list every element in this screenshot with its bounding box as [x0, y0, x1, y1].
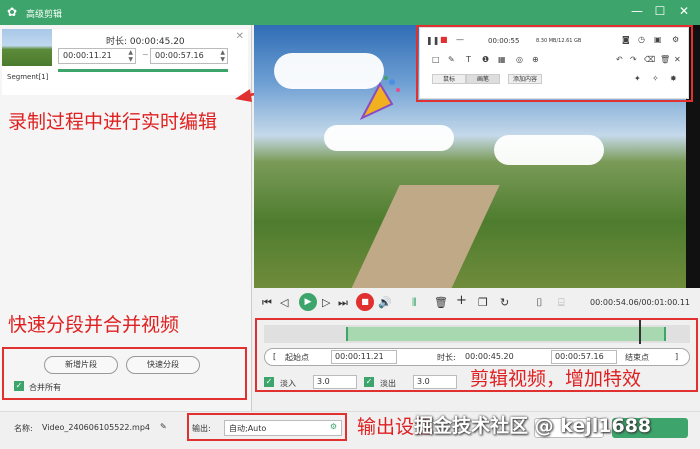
delete-segment-icon[interactable]: 🗑 — [434, 296, 448, 309]
trim-end-input[interactable]: 00:00:57.16 — [551, 350, 617, 364]
tab-mouse[interactable]: 鼠标 — [432, 74, 466, 84]
image-tool-icon[interactable]: ▦ — [498, 55, 506, 64]
camera-icon[interactable]: ◙ — [622, 35, 630, 44]
pause-icon[interactable]: ❚❚ — [426, 36, 439, 45]
spotlight-tool-icon[interactable]: ◎ — [516, 55, 523, 64]
highlight-box-output — [187, 413, 347, 441]
filename-value: Video_240606105522.mp4 — [42, 423, 150, 432]
undo-icon[interactable]: ↶ — [616, 55, 623, 64]
timer-icon[interactable]: ◷ — [638, 35, 645, 44]
number-tool-icon[interactable]: ❶ — [482, 55, 489, 64]
clear-icon[interactable]: ⌫ — [644, 55, 655, 64]
crop-icon[interactable]: ⌷ — [536, 296, 543, 310]
toolbox-icon[interactable]: ▣ — [654, 35, 662, 44]
record-stop-icon[interactable]: ■ — [440, 35, 448, 44]
skip-start-icon[interactable]: ⏮ — [262, 296, 272, 310]
effect-icon[interactable]: ✦ — [634, 74, 641, 83]
magic-icon[interactable]: ✸ — [670, 74, 677, 83]
rename-icon[interactable]: ✎ — [160, 422, 167, 431]
filename-label: 名称: — [14, 424, 33, 433]
prev-frame-icon[interactable]: ◁ — [280, 296, 288, 309]
delete-icon[interactable]: 🗑 — [660, 55, 670, 64]
fade-in-label: 淡入 — [280, 379, 296, 388]
fade-out-checkbox[interactable]: ✓ — [364, 377, 374, 387]
fade-in-value: 3.0 — [317, 377, 330, 386]
playback-time: 00:00:54.06/00:01:00.11 — [590, 298, 690, 307]
fade-in-input[interactable]: 3.0 — [313, 375, 357, 389]
redo-icon[interactable]: ↷ — [630, 55, 637, 64]
zoom-tool-icon[interactable]: ⊕ — [532, 55, 539, 64]
copy-icon[interactable]: ❐ — [478, 296, 488, 309]
trim-duration-value: 00:00:45.20 — [465, 352, 514, 361]
playback-controls: ⏮ ◁ ▶ ▷ ⏭ ■ 🔊 ⫴ 🗑 + ❐ ↻ ⌷ ⌸ 00:00:54.06/… — [254, 288, 700, 318]
watermark: 掘金技术社区 @ kejl1688 — [414, 415, 652, 437]
recorder-timer: 00:00:55 — [488, 37, 520, 45]
party-icon[interactable]: ✧ — [652, 74, 659, 83]
skip-end-icon[interactable]: ⏭ — [338, 296, 348, 310]
play-button[interactable]: ▶ — [299, 293, 317, 311]
collapse-icon[interactable]: — — [456, 35, 464, 44]
fade-out-input[interactable]: 3.0 — [413, 375, 457, 389]
stop-button[interactable]: ■ — [356, 293, 374, 311]
next-frame-icon[interactable]: ▷ — [322, 296, 330, 309]
tab-add-content[interactable]: 添加内容 — [508, 74, 542, 84]
rectangle-tool-icon[interactable]: □ — [432, 55, 440, 64]
fade-in-checkbox[interactable]: ✓ — [264, 377, 274, 387]
start-point-button[interactable]: 起始点 — [285, 352, 309, 363]
close-panel-icon[interactable]: ✕ — [674, 55, 681, 64]
recorder-size: 8.30 MB/12.61 GB — [536, 38, 582, 44]
trim-start-value: 00:00:11.21 — [335, 352, 384, 361]
settings-icon[interactable]: ⚙ — [672, 35, 679, 44]
text-tool-icon[interactable]: T — [466, 55, 471, 64]
reset-icon[interactable]: ↻ — [500, 296, 509, 309]
trim-end-value: 00:00:57.16 — [555, 352, 604, 361]
volume-icon[interactable]: 🔊 — [378, 296, 392, 309]
annotation-edit: 剪辑视频，增加特效 — [470, 368, 642, 390]
recorder-toolbar: ❚❚ ■ — 00:00:55 8.30 MB/12.61 GB ◙ ◷ ▣ ⚙… — [419, 27, 689, 99]
fit-icon[interactable]: ⌸ — [558, 296, 565, 310]
add-icon[interactable]: + — [456, 293, 467, 308]
party-popper-sticker — [359, 76, 400, 121]
bracket-open-icon: [ — [273, 352, 277, 361]
split-icon[interactable]: ⫴ — [412, 296, 417, 310]
timeline-playhead[interactable] — [639, 320, 641, 344]
trim-start-input[interactable]: 00:00:11.21 — [331, 350, 397, 364]
end-point-button[interactable]: 结束点 — [625, 352, 649, 363]
trim-duration-label: 时长: — [437, 353, 456, 362]
pen-tool-icon[interactable]: ✎ — [448, 55, 455, 64]
bracket-close-icon: ] — [675, 352, 679, 361]
timeline-selection[interactable] — [346, 327, 666, 341]
fade-out-value: 3.0 — [417, 377, 430, 386]
timeline-track[interactable] — [264, 325, 690, 343]
tab-pen[interactable]: 画笔 — [466, 74, 500, 84]
fade-out-label: 淡出 — [380, 379, 396, 388]
